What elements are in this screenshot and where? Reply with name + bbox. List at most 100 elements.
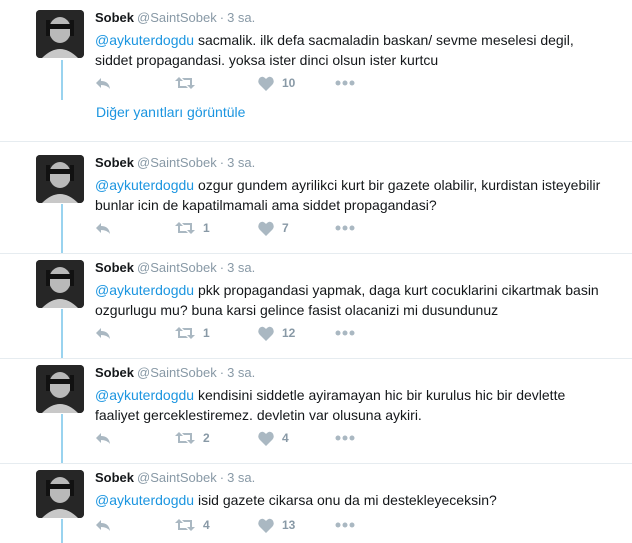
tweet-header: Sobek @SaintSobek · 3 sa. [95,470,255,486]
tweet-time[interactable]: 3 sa. [227,365,255,380]
more-button[interactable] [335,323,355,343]
avatar[interactable] [36,365,84,413]
like-button[interactable]: 13 [258,515,295,535]
reply-icon [95,517,111,533]
reply-icon [95,220,111,236]
retweet-icon [175,325,195,341]
separator-dot: · [219,260,225,275]
retweet-count: 1 [203,221,210,235]
retweet-icon [175,220,195,236]
mention-link[interactable]: @aykuterdogdu [95,177,194,193]
reply-icon [95,325,111,341]
retweet-icon [175,430,195,446]
more-button[interactable] [335,428,355,448]
reply-button[interactable] [95,515,111,535]
avatar[interactable] [36,10,84,58]
reply-icon [95,430,111,446]
user-name[interactable]: Sobek [95,155,134,170]
mention-link[interactable]: @aykuterdogdu [95,492,194,508]
retweet-button[interactable] [175,73,203,93]
more-dots-icon [335,330,355,336]
like-count: 4 [282,431,289,445]
separator-dot: · [219,365,225,380]
tweet-header: Sobek @SaintSobek · 3 sa. [95,155,255,171]
retweet-button[interactable]: 1 [175,218,210,238]
more-button[interactable] [335,515,355,535]
divider [0,358,632,359]
tweet-time[interactable]: 3 sa. [227,260,255,275]
tweet[interactable]: Sobek @SaintSobek · 3 sa. @aykuterdogdu ken… [0,365,632,460]
tweet-actions: 2 4 [95,428,395,448]
reply-button[interactable] [95,73,111,93]
more-button[interactable] [335,218,355,238]
retweet-button[interactable]: 2 [175,428,210,448]
more-button[interactable] [335,73,355,93]
like-button[interactable]: 12 [258,323,295,343]
user-name[interactable]: Sobek [95,10,134,25]
like-button[interactable]: 4 [258,428,289,448]
heart-icon [258,326,274,341]
user-name[interactable]: Sobek [95,365,134,380]
retweet-count: 2 [203,431,210,445]
avatar[interactable] [36,260,84,308]
like-button[interactable]: 7 [258,218,289,238]
separator-dot: · [219,155,225,170]
more-dots-icon [335,435,355,441]
heart-icon [258,221,274,236]
retweet-count: 4 [203,518,210,532]
tweet-text: @aykuterdogdu pkk propagandasi yapmak, d… [95,280,605,320]
divider [0,141,632,142]
like-count: 13 [282,518,296,532]
avatar[interactable] [36,155,84,203]
show-more-replies-link[interactable]: Diğer yanıtları görüntüle [96,104,245,120]
tweet-time[interactable]: 3 sa. [227,10,255,25]
heart-icon [258,76,274,91]
tweet[interactable]: Sobek @SaintSobek · 3 sa. @aykuterdogdu ozg… [0,155,632,250]
like-count: 10 [282,76,296,90]
user-name[interactable]: Sobek [95,260,134,275]
user-handle[interactable]: @SaintSobek [137,470,217,485]
retweet-button[interactable]: 4 [175,515,210,535]
tweet[interactable]: Sobek @SaintSobek · 3 sa. @aykuterdogdu pkk… [0,260,632,355]
reply-button[interactable] [95,218,111,238]
separator-dot: · [219,470,225,485]
retweet-icon [175,75,195,91]
tweet-header: Sobek @SaintSobek · 3 sa. [95,365,255,381]
reply-icon [95,75,111,91]
mention-link[interactable]: @aykuterdogdu [95,32,194,48]
user-handle[interactable]: @SaintSobek [137,10,217,25]
user-handle[interactable]: @SaintSobek [137,155,217,170]
tweet-actions: 10 [95,73,395,93]
more-dots-icon [335,80,355,86]
retweet-icon [175,517,195,533]
tweet-header: Sobek @SaintSobek · 3 sa. [95,10,255,26]
like-count: 12 [282,326,296,340]
like-count: 7 [282,221,289,235]
mention-link[interactable]: @aykuterdogdu [95,387,194,403]
like-button[interactable]: 10 [258,73,295,93]
tweet[interactable]: Sobek @SaintSobek · 3 sa. @aykuterdogdu isi… [0,470,632,543]
user-handle[interactable]: @SaintSobek [137,260,217,275]
user-name[interactable]: Sobek [95,470,134,485]
separator-dot: · [219,10,225,25]
retweet-button[interactable]: 1 [175,323,210,343]
tweet-actions: 1 7 [95,218,395,238]
avatar[interactable] [36,470,84,518]
user-handle[interactable]: @SaintSobek [137,365,217,380]
tweet-time[interactable]: 3 sa. [227,155,255,170]
tweet-text: @aykuterdogdu kendisini siddetle ayirama… [95,385,605,425]
tweet-text: @aykuterdogdu ozgur gundem ayrilikci kur… [95,175,605,215]
more-dots-icon [335,225,355,231]
tweet-header: Sobek @SaintSobek · 3 sa. [95,260,255,276]
reply-button[interactable] [95,323,111,343]
tweet[interactable]: Sobek @SaintSobek · 3 sa. @aykuterdogdu sac… [0,10,632,100]
tweet-actions: 4 13 [95,515,395,535]
tweet-time[interactable]: 3 sa. [227,470,255,485]
reply-button[interactable] [95,428,111,448]
mention-link[interactable]: @aykuterdogdu [95,282,194,298]
retweet-count: 1 [203,326,210,340]
divider [0,253,632,254]
tweet-text: @aykuterdogdu sacmalik. ilk defa sacmala… [95,30,605,70]
more-dots-icon [335,522,355,528]
divider [0,463,632,464]
